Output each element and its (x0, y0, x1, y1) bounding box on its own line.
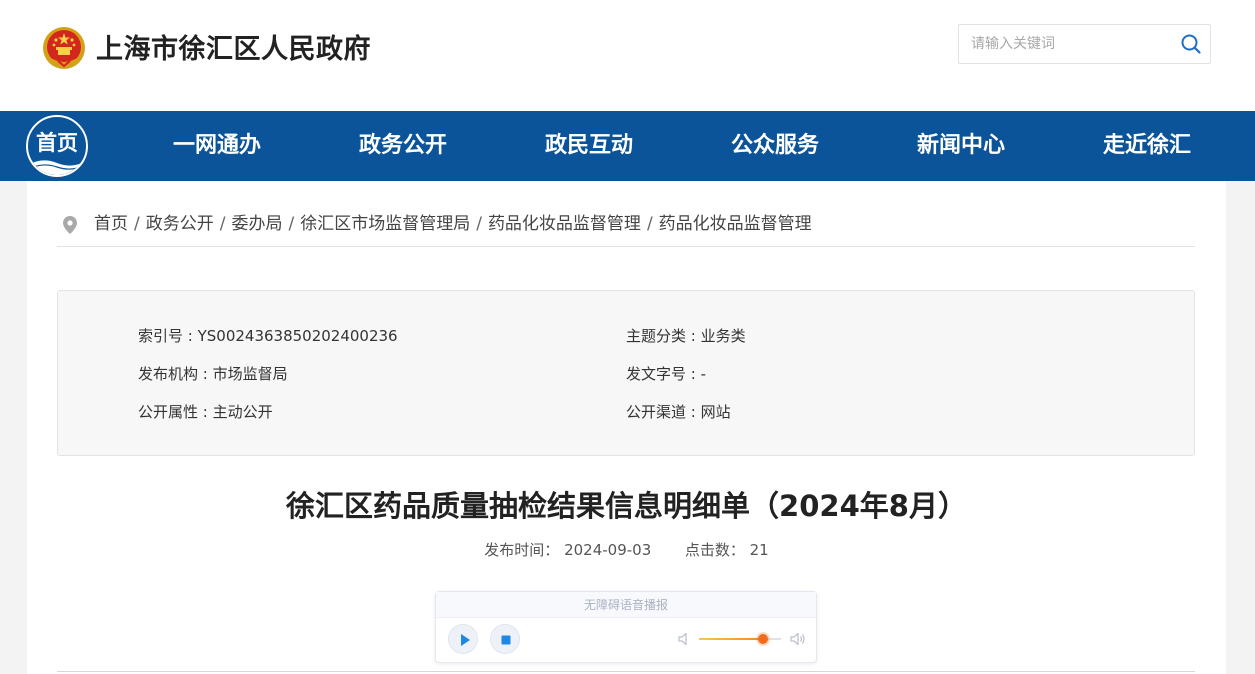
volume-fill (699, 638, 763, 640)
meta-topic: 主题分类 : 业务类 (626, 327, 746, 345)
site-header: 上海市徐汇区人民政府 (0, 0, 1255, 111)
accessibility-audio-player: 无障碍语音播报 (435, 591, 817, 663)
divider (57, 671, 1195, 672)
nav-item-interaction[interactable]: 政民互动 (524, 111, 654, 181)
breadcrumb-government-affairs[interactable]: 政务公开 (146, 214, 214, 234)
nav-home[interactable]: 首页 (26, 115, 88, 177)
breadcrumb-separator: / (219, 214, 226, 234)
nav-item-about-xuhui[interactable]: 走近徐汇 (1082, 111, 1212, 181)
breadcrumb-drug-cosmetics[interactable]: 药品化妆品监督管理 (488, 214, 641, 234)
nav-item-government-affairs[interactable]: 政务公开 (338, 111, 468, 181)
article-title: 徐汇区药品质量抽检结果信息明细单（2024年8月） (286, 489, 967, 523)
breadcrumb: 首页 / 政务公开 / 委办局 / 徐汇区市场监督管理局 / 药品化妆品监督管理 / 药品化妆品监督… (57, 203, 1195, 247)
breadcrumb-separator: / (476, 214, 482, 234)
breadcrumb-bureaus[interactable]: 委办局 (231, 214, 282, 234)
breadcrumb-current[interactable]: 药品化妆品监督管理 (659, 214, 812, 234)
wave-decoration (28, 160, 86, 175)
search-input[interactable] (959, 25, 1169, 63)
meta-disclosure: 公开属性 : 主动公开 (138, 403, 273, 421)
article-info: 发布时间： 2024-09-03 点击数： 21 (27, 540, 1226, 560)
search-box (958, 24, 1211, 64)
site-title[interactable]: 上海市徐汇区人民政府 (96, 32, 371, 68)
stop-button[interactable] (490, 624, 520, 654)
meta-index-no: 索引号 : YS0024363850202400236 (138, 327, 398, 345)
play-button[interactable] (448, 624, 478, 654)
nav-item-one-stop[interactable]: 一网通办 (152, 111, 282, 181)
document-meta: 索引号 : YS0024363850202400236 主题分类 : 业务类 发… (57, 290, 1195, 456)
breadcrumb-separator: / (288, 214, 295, 234)
main-nav: 首页 一网通办 政务公开 政民互动 公众服务 新闻中心 走近徐汇 (0, 111, 1255, 181)
breadcrumb-separator: / (646, 214, 653, 234)
publish-time-label: 发布时间： (484, 541, 560, 559)
click-count-label: 点击数： (684, 541, 745, 559)
breadcrumb-home[interactable]: 首页 (94, 214, 128, 234)
content-panel: 首页 / 政务公开 / 委办局 / 徐汇区市场监督管理局 / 药品化妆品监督管理 / 药品化妆品监督… (27, 181, 1226, 674)
breadcrumb-separator: / (134, 214, 140, 234)
search-icon[interactable] (1180, 33, 1202, 55)
play-icon (461, 634, 470, 646)
meta-publisher: 发布机构 : 市场监督局 (138, 365, 288, 383)
volume-low-icon[interactable] (678, 632, 692, 646)
stop-icon (501, 635, 511, 645)
publish-time: 2024-09-03 (564, 541, 652, 559)
nav-item-public-service[interactable]: 公众服务 (710, 111, 840, 181)
meta-doc-no: 发文字号 : - (626, 365, 707, 383)
volume-high-icon[interactable] (790, 632, 806, 646)
meta-channel: 公开渠道 : 网站 (626, 403, 731, 421)
location-pin-icon (63, 216, 77, 234)
volume-knob[interactable] (757, 634, 768, 644)
click-count: 21 (749, 541, 769, 559)
national-emblem-icon (43, 27, 85, 69)
breadcrumb-market-supervision[interactable]: 徐汇区市场监督管理局 (300, 214, 470, 234)
player-title: 无障碍语音播报 (436, 592, 816, 618)
volume-slider[interactable] (699, 634, 781, 644)
nav-item-news-center[interactable]: 新闻中心 (896, 111, 1026, 181)
